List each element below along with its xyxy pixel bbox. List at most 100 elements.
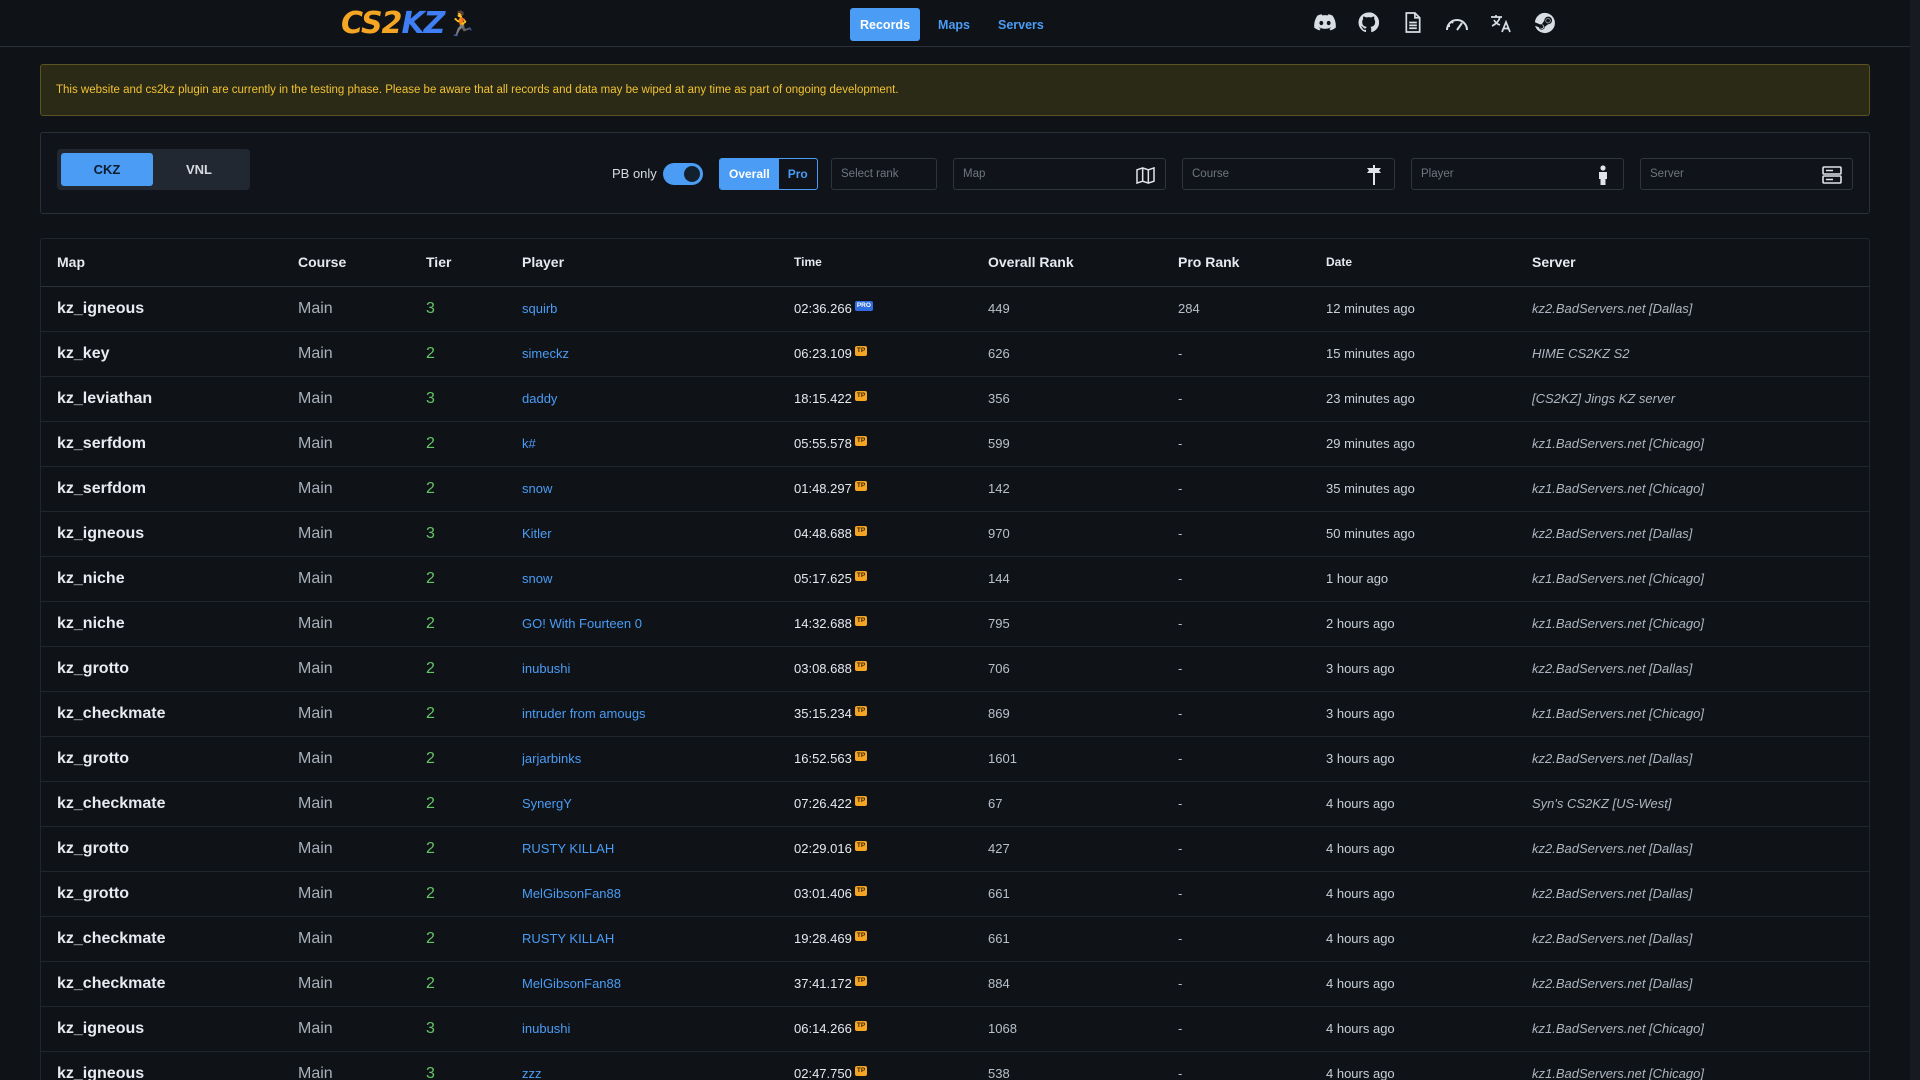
mode-ckz-button[interactable]: CKZ (61, 153, 153, 186)
table-row[interactable]: kz_niche Main 2 GO! With Fourteen 0 14:32.68… (41, 601, 1869, 647)
player-link[interactable]: k# (522, 421, 794, 467)
player-link[interactable]: SynergY (522, 781, 794, 827)
map-cell[interactable]: kz_grotto (41, 826, 298, 872)
player-link[interactable]: zzz (522, 1051, 794, 1080)
steam-icon[interactable] (1532, 10, 1557, 35)
course-input[interactable]: Course (1182, 158, 1395, 190)
player-link[interactable]: RUSTY KILLAH (522, 826, 794, 872)
map-cell[interactable]: kz_leviathan (41, 376, 298, 422)
server-link[interactable]: kz2.BadServers.net [Dallas] (1532, 511, 1869, 557)
map-cell[interactable]: kz_key (41, 331, 298, 377)
player-link[interactable]: RUSTY KILLAH (522, 916, 794, 962)
map-cell[interactable]: kz_checkmate (41, 916, 298, 962)
player-link[interactable]: MelGibsonFan88 (522, 961, 794, 1007)
table-row[interactable]: kz_checkmate Main 2 SynergY 07:26.422 TP 67-4 … (41, 781, 1869, 827)
map-cell[interactable]: kz_checkmate (41, 961, 298, 1007)
table-row[interactable]: kz_checkmate Main 2 MelGibsonFan88 37:41.172… (41, 961, 1869, 1007)
map-cell[interactable]: kz_igneous (41, 286, 298, 332)
player-link[interactable]: daddy (522, 376, 794, 422)
column-header-player[interactable]: Player (522, 239, 794, 287)
server-link[interactable]: kz1.BadServers.net [Chicago] (1532, 421, 1869, 467)
server-link[interactable]: kz2.BadServers.net [Dallas] (1532, 646, 1869, 692)
map-cell[interactable]: kz_checkmate (41, 781, 298, 827)
map-input[interactable]: Map (953, 158, 1166, 190)
table-row[interactable]: kz_checkmate Main 2 intruder from amougs 35:… (41, 691, 1869, 737)
server-link[interactable]: kz2.BadServers.net [Dallas] (1532, 961, 1869, 1007)
server-link[interactable]: kz1.BadServers.net [Chicago] (1532, 1051, 1869, 1080)
player-link[interactable]: squirb (522, 286, 794, 332)
column-header-date[interactable]: Date (1326, 239, 1532, 287)
column-header-course[interactable]: Course (298, 239, 426, 287)
server-link[interactable]: kz1.BadServers.net [Chicago] (1532, 466, 1869, 512)
map-cell[interactable]: kz_grotto (41, 736, 298, 782)
server-link[interactable]: kz2.BadServers.net [Dallas] (1532, 916, 1869, 962)
column-header-time[interactable]: Time (794, 239, 988, 287)
pb-only-toggle[interactable] (663, 163, 703, 185)
server-link[interactable]: kz2.BadServers.net [Dallas] (1532, 286, 1869, 332)
player-link[interactable]: jarjarbinks (522, 736, 794, 782)
table-row[interactable]: kz_grotto Main 2 MelGibsonFan88 03:01.406 TP 6… (41, 871, 1869, 917)
server-link[interactable]: kz1.BadServers.net [Chicago] (1532, 691, 1869, 737)
column-header-pro-rank[interactable]: Pro Rank (1178, 239, 1326, 287)
discord-icon[interactable] (1312, 10, 1337, 35)
table-row[interactable]: kz_grotto Main 2 inubushi 03:08.688 TP 706-3 h… (41, 646, 1869, 692)
map-cell[interactable]: kz_grotto (41, 646, 298, 692)
translate-icon[interactable] (1488, 10, 1513, 35)
type-overall-button[interactable]: Overall (720, 159, 779, 189)
table-row[interactable]: kz_serfdom Main 2 snow 01:48.297 TP 142-35 min… (41, 466, 1869, 512)
map-cell[interactable]: kz_niche (41, 601, 298, 647)
map-cell[interactable]: kz_igneous (41, 1051, 298, 1080)
player-link[interactable]: intruder from amougs (522, 691, 794, 737)
table-row[interactable]: kz_igneous Main 3 squirb 02:36.266 PRO 449 284 1… (41, 286, 1869, 332)
mode-vnl-button[interactable]: VNL (153, 153, 245, 186)
nav-records-button[interactable]: Records (850, 8, 921, 41)
map-cell[interactable]: kz_serfdom (41, 466, 298, 512)
table-row[interactable]: kz_igneous Main 3 zzz 02:47.750 TP 538-4 hours… (41, 1051, 1869, 1080)
map-cell[interactable]: kz_checkmate (41, 691, 298, 737)
table-row[interactable]: kz_grotto Main 2 jarjarbinks 16:52.563 TP 1601… (41, 736, 1869, 782)
server-link[interactable]: kz2.BadServers.net [Dallas] (1532, 826, 1869, 872)
cs2kz-logo[interactable]: CS2 KZ 🏃 (341, 6, 476, 41)
table-row[interactable]: kz_igneous Main 3 Kitler 04:48.688 TP 970-50 m… (41, 511, 1869, 557)
map-cell[interactable]: kz_serfdom (41, 421, 298, 467)
server-link[interactable]: kz1.BadServers.net [Chicago] (1532, 556, 1869, 602)
github-icon[interactable] (1356, 10, 1381, 35)
server-link[interactable]: Syn's CS2KZ [US-West] (1532, 781, 1869, 827)
column-header-map[interactable]: Map (41, 239, 298, 287)
nav-servers-button[interactable]: Servers (988, 8, 1054, 41)
column-header-overall-rank[interactable]: Overall Rank (988, 239, 1178, 287)
speedometer-icon[interactable] (1444, 10, 1469, 35)
table-row[interactable]: kz_grotto Main 2 RUSTY KILLAH 02:29.016 TP 427… (41, 826, 1869, 872)
player-link[interactable]: MelGibsonFan88 (522, 871, 794, 917)
map-cell[interactable]: kz_igneous (41, 511, 298, 557)
server-input[interactable]: Server (1640, 158, 1853, 190)
server-link[interactable]: kz1.BadServers.net [Chicago] (1532, 601, 1869, 647)
column-header-tier[interactable]: Tier (426, 239, 522, 287)
document-icon[interactable] (1400, 10, 1425, 35)
table-row[interactable]: kz_serfdom Main 2 k# 05:55.578 TP 599-29 minut… (41, 421, 1869, 467)
map-cell[interactable]: kz_niche (41, 556, 298, 602)
page-scrollbar[interactable] (1910, 0, 1920, 1080)
type-pro-button[interactable]: Pro (779, 159, 817, 189)
player-link[interactable]: inubushi (522, 646, 794, 692)
map-cell[interactable]: kz_grotto (41, 871, 298, 917)
table-row[interactable]: kz_igneous Main 3 inubushi 06:14.266 TP 1068-4… (41, 1006, 1869, 1052)
map-cell[interactable]: kz_igneous (41, 1006, 298, 1052)
player-link[interactable]: Kitler (522, 511, 794, 557)
column-header-server[interactable]: Server (1532, 239, 1869, 287)
table-row[interactable]: kz_checkmate Main 2 RUSTY KILLAH 19:28.469 TP… (41, 916, 1869, 962)
table-row[interactable]: kz_leviathan Main 3 daddy 18:15.422 TP 356-23 … (41, 376, 1869, 422)
server-link[interactable]: kz2.BadServers.net [Dallas] (1532, 736, 1869, 782)
player-input[interactable]: Player (1411, 158, 1624, 190)
nav-maps-button[interactable]: Maps (928, 8, 980, 41)
player-link[interactable]: snow (522, 466, 794, 512)
server-link[interactable]: [CS2KZ] Jings KZ server (1532, 376, 1869, 422)
server-link[interactable]: kz1.BadServers.net [Chicago] (1532, 1006, 1869, 1052)
player-link[interactable]: inubushi (522, 1006, 794, 1052)
player-link[interactable]: GO! With Fourteen 0 (522, 601, 794, 647)
player-link[interactable]: simeckz (522, 331, 794, 377)
player-link[interactable]: snow (522, 556, 794, 602)
server-link[interactable]: kz2.BadServers.net [Dallas] (1532, 871, 1869, 917)
table-row[interactable]: kz_niche Main 2 snow 05:17.625 TP 144-1 hour a… (41, 556, 1869, 602)
server-link[interactable]: HIME CS2KZ S2 (1532, 331, 1869, 377)
